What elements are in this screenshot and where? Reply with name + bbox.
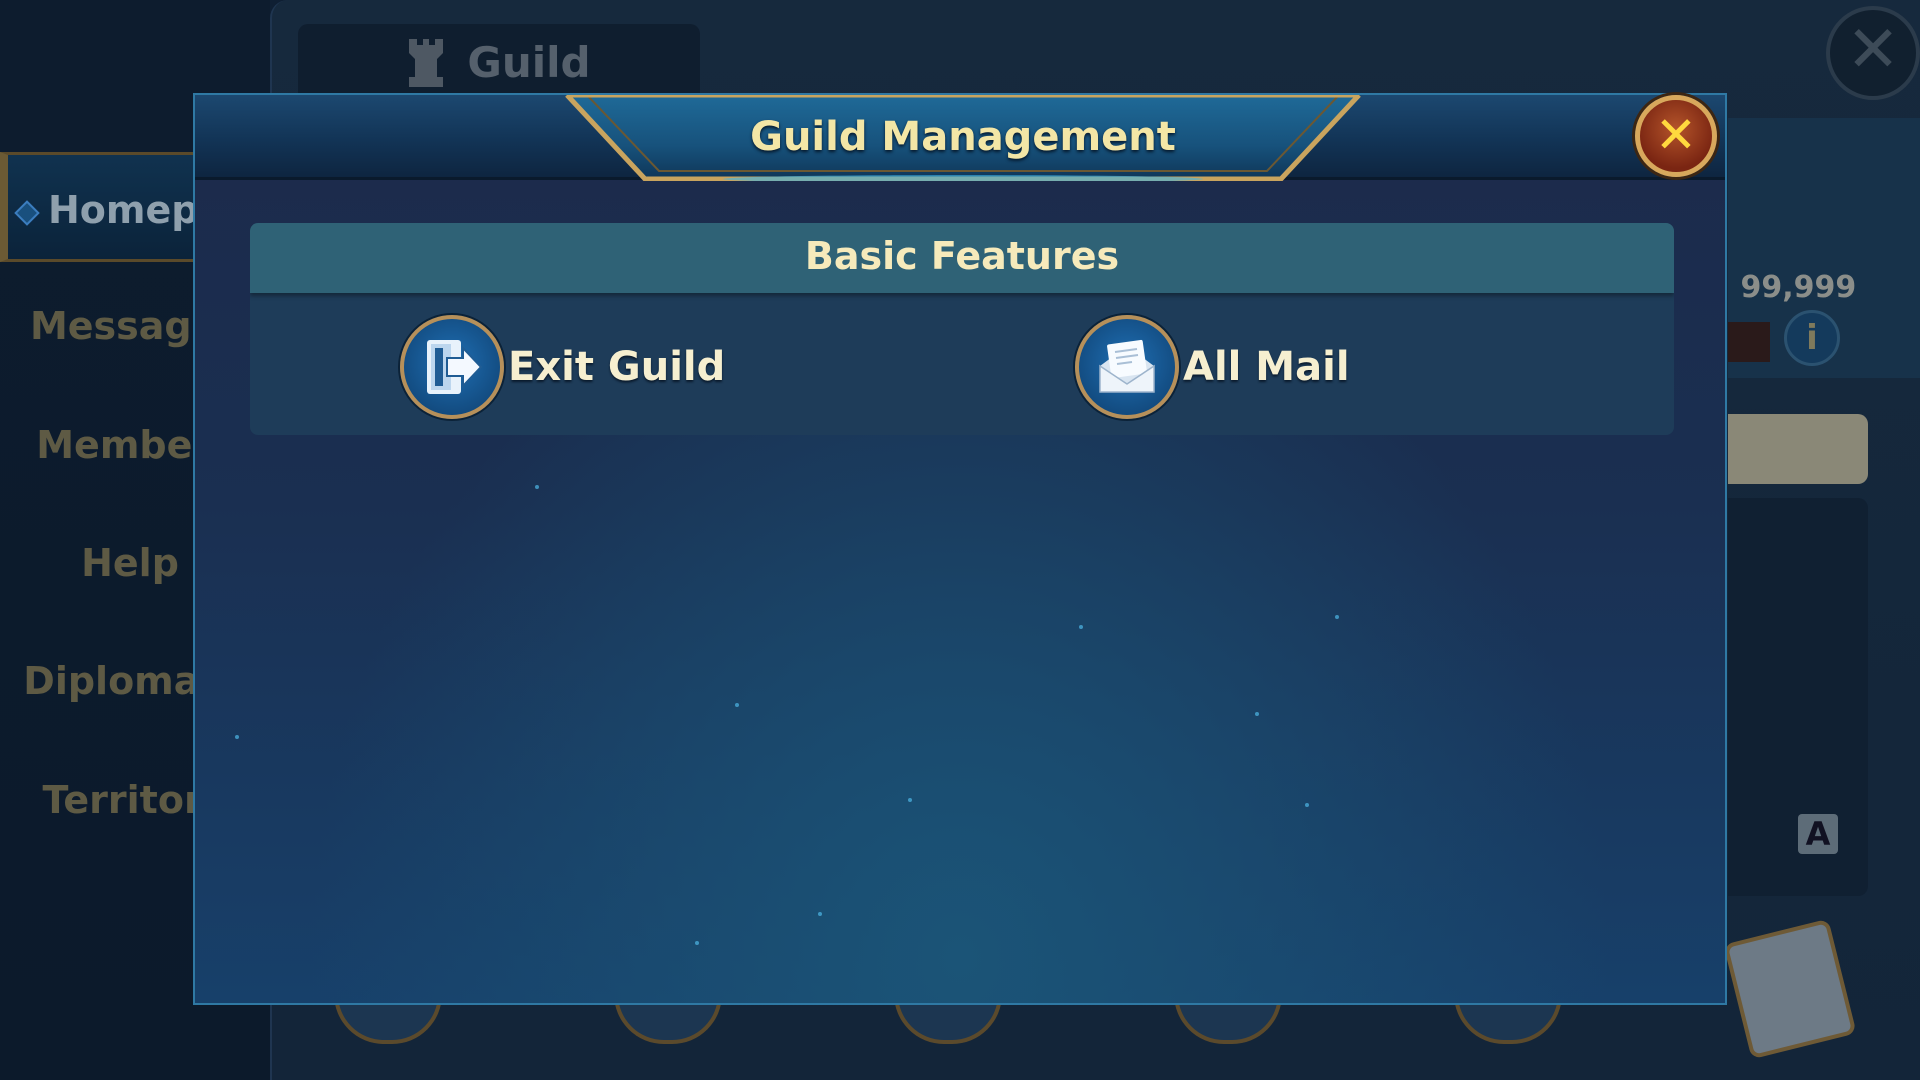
guild-tab-label: Guild <box>467 37 591 87</box>
info-button[interactable]: i <box>1784 310 1840 366</box>
particle-sparkle <box>735 703 739 707</box>
particle-sparkle <box>908 798 912 802</box>
all-mail-button[interactable]: All Mail <box>1075 313 1350 421</box>
mail-envelope-icon <box>1075 315 1179 419</box>
close-icon: ✕ <box>1655 106 1697 164</box>
feature-label: All Mail <box>1183 344 1350 390</box>
close-icon: ✕ <box>1846 13 1900 87</box>
background-close-button[interactable]: ✕ <box>1826 6 1920 100</box>
translate-button[interactable]: A <box>1798 814 1838 854</box>
exit-door-icon <box>400 315 504 419</box>
translate-icon: A <box>1805 815 1831 853</box>
guild-management-dialog: Guild Management ✕ Basic Features Exit G… <box>193 93 1727 1005</box>
info-icon: i <box>1806 318 1818 358</box>
dialog-close-button[interactable]: ✕ <box>1635 95 1717 177</box>
guild-stat-value: : 99,999 <box>1718 270 1857 305</box>
particle-sparkle <box>535 485 539 489</box>
diamond-icon <box>14 199 40 226</box>
section-title: Basic Features <box>250 223 1674 293</box>
particle-sparkle <box>1305 803 1309 807</box>
tower-icon <box>409 39 444 87</box>
stat-bar <box>1728 322 1770 362</box>
basic-features-section: Basic Features Exit Guild All Mail <box>250 223 1674 435</box>
dialog-title: Guild Management <box>750 114 1176 160</box>
feature-label: Exit Guild <box>508 344 726 390</box>
exit-guild-button[interactable]: Exit Guild <box>400 313 725 421</box>
guild-tab[interactable]: Guild <box>298 24 700 100</box>
particle-sparkle <box>235 735 239 739</box>
particle-sparkle <box>1079 625 1083 629</box>
particle-sparkle <box>1255 712 1259 716</box>
sidebar-item-label: Help <box>81 541 179 585</box>
particle-sparkle <box>695 941 699 945</box>
particle-sparkle <box>818 912 822 916</box>
announcement-bar <box>1728 414 1868 484</box>
particle-sparkle <box>1335 615 1339 619</box>
